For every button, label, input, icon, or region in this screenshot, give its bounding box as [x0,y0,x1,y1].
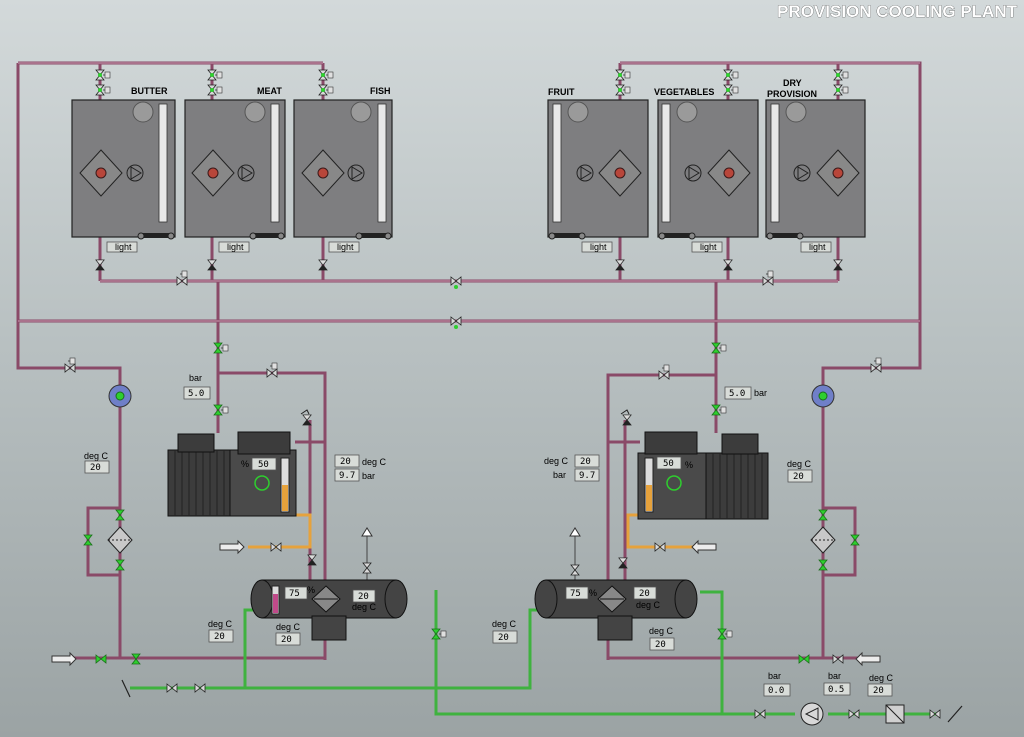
left-cw-in-value: 20 [214,632,225,642]
light-button-label: light [809,242,826,252]
right-suction-value: 5.0 [729,389,745,399]
right-cw-out-label: deg C [649,626,674,636]
vent-arrows [361,527,581,580]
right-comp-pct-value: 50 [663,459,674,469]
right-inlet-value: 20 [793,472,804,482]
left-comp-pct-value: 50 [258,460,269,470]
light-button-label: light [337,242,354,252]
filter-drier-right [810,509,860,571]
room-label: VEGETABLES [654,87,714,97]
filter-drier-left [83,509,133,571]
cold-room-butter[interactable]: BUTTER light [71,86,176,253]
relief-valves [300,409,632,569]
left-cond-temp-value: 20 [358,592,369,602]
left-disch-temp-value: 20 [340,457,351,467]
light-button-label: light [700,242,717,252]
pump-discharge-label: bar [828,671,841,681]
room-label: BUTTER [131,86,168,96]
plant-mimic: PROVISION COOLING PLANT BUTTER light MEA… [16,2,1018,726]
right-disch-press-unit: bar [553,470,566,480]
cooling-water-strainer [885,704,905,724]
right-suction-label: bar [754,388,767,398]
page-title: PROVISION COOLING PLANT [777,2,1018,21]
left-inlet-label: deg C [84,451,109,461]
room-outlet-valves[interactable] [95,259,843,271]
cooling-water-pump[interactable] [800,702,824,726]
room-label: DRY [783,78,802,88]
pump-temp-value: 20 [873,686,884,696]
room-label: MEAT [257,86,282,96]
cold-room-fish[interactable]: FISH light [293,86,393,253]
sight-glass-right [811,384,835,408]
left-suction-value: 5.0 [188,389,204,399]
left-cw-out-value: 20 [281,635,292,645]
left-disch-press-value: 9.7 [339,471,355,481]
room-label: FRUIT [548,87,575,97]
left-cond-pct-value: 75 [289,589,300,599]
liquid-line-valves[interactable] [95,542,844,665]
cold-room-meat[interactable]: MEAT light [184,86,286,253]
sight-glass-left [108,384,132,408]
right-cw-in-label: deg C [492,619,517,629]
right-disch-temp-value: 20 [580,457,591,467]
right-cw-out-value: 20 [655,640,666,650]
left-cw-in-label: deg C [208,619,233,629]
room-label: FISH [370,86,391,96]
pump-temp-label: deg C [869,673,894,683]
right-inlet-label: deg C [787,459,812,469]
cold-room-vegetables[interactable]: VEGETABLES light [654,87,759,253]
left-disch-press-unit: bar [362,471,375,481]
left-cw-out-label: deg C [276,622,301,632]
left-suction-label: bar [189,373,202,383]
pump-suction-label: bar [768,671,781,681]
left-cond-temp-unit: deg C [352,602,377,612]
right-cond-pct-value: 75 [570,589,581,599]
light-button-label: light [115,242,132,252]
room-inlet-valves[interactable] [95,69,849,96]
right-cond-temp-unit: deg C [636,600,661,610]
right-disch-press-value: 9.7 [579,471,595,481]
cold-room-fruit[interactable]: FRUIT light [547,87,649,253]
compressor-right[interactable] [637,431,769,520]
pump-discharge-value: 0.5 [828,685,844,695]
room-label-2: PROVISION [767,89,817,99]
right-cw-in-value: 20 [498,633,509,643]
left-comp-pct-unit: % [241,459,249,469]
cooling-water-piping [130,590,940,716]
right-disch-temp-unit: deg C [544,456,569,466]
cold-room-dry-provision[interactable]: DRY PROVISION light [765,78,866,253]
light-button-label: light [227,242,244,252]
flow-arrows [51,539,881,667]
light-button-label: light [590,242,607,252]
compressor-left[interactable] [167,431,297,517]
left-disch-temp-unit: deg C [362,457,387,467]
condenser-left[interactable] [250,579,408,641]
right-cond-pct-unit: % [589,588,597,598]
left-cond-pct-unit: % [307,585,315,595]
oil-piping [248,513,700,549]
right-comp-pct-unit: % [685,460,693,470]
left-inlet-value: 20 [90,463,101,473]
right-cond-temp-value: 20 [639,589,650,599]
pump-suction-value: 0.0 [768,686,784,696]
